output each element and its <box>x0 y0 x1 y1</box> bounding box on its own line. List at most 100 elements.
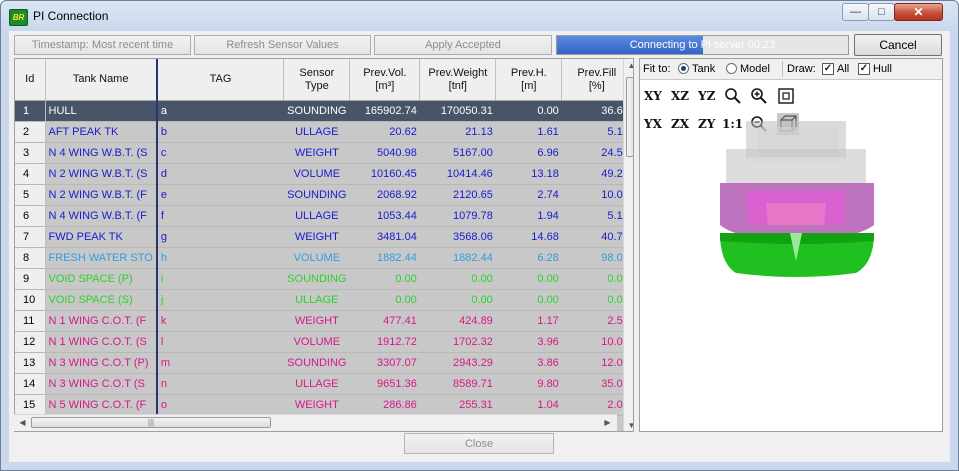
table-row[interactable]: 6N 4 WING W.B.T. (F f ULLAGE 1053.44 1079.78… <box>15 205 632 227</box>
cell-vol: 5040.98 <box>349 142 420 164</box>
draw-hull-label: Hull <box>873 63 892 75</box>
cell-tag: f <box>155 205 284 227</box>
fit-model-label: Model <box>740 63 770 75</box>
horizontal-scrollbar[interactable]: ◀ ||| ▶ <box>14 414 617 431</box>
table-row[interactable]: 11 N 1 WING C.O.T. (F k WEIGHT 477.41 424.89 1… <box>15 310 632 332</box>
table-row[interactable]: 14 N 3 WING C.O.T (S n ULLAGE 9651.36 8589.71… <box>15 373 632 395</box>
apply-accepted-button[interactable]: Apply Accepted <box>374 35 552 55</box>
cell-sensor: SOUNDING <box>283 268 350 290</box>
window-close-button[interactable]: ✕ <box>894 3 943 21</box>
fit-extents-icon[interactable] <box>777 87 795 105</box>
cell-sensor: VOLUME <box>283 331 350 353</box>
refresh-sensor-values-button[interactable]: Refresh Sensor Values <box>194 35 371 55</box>
column-header-id[interactable]: Id <box>15 59 46 101</box>
view-xz-button[interactable]: XZ <box>671 89 689 103</box>
tank-table: Id Tank Name TAG Sensor Type Prev.Vol. [m³] P… <box>15 59 633 416</box>
cell-tank: N 4 WING W.B.T. (F <box>45 205 157 227</box>
cell-weight: 3568.06 <box>419 226 496 248</box>
table-row[interactable]: 3N 4 WING W.B.T. (S c WEIGHT 5040.98 5167.00… <box>15 142 632 164</box>
cell-height: 2.74 <box>495 184 562 206</box>
table-row[interactable]: 7 FWD PEAK TK g WEIGHT 3481.04 3568.06 14.68 40… <box>15 226 632 248</box>
cell-sensor: WEIGHT <box>283 310 350 332</box>
scroll-right-icon[interactable]: ▶ <box>600 418 615 427</box>
cell-tag: k <box>155 310 284 332</box>
minimize-button[interactable]: — <box>842 3 869 21</box>
cell-weight: 8589.71 <box>419 373 496 395</box>
cell-weight: 170050.31 <box>419 100 496 122</box>
cell-height: 9.80 <box>495 373 562 395</box>
cell-weight: 424.89 <box>419 310 496 332</box>
cell-tank: N 5 WING C.O.T. (F <box>45 394 157 416</box>
cell-id: 11 <box>15 310 46 332</box>
cancel-button[interactable]: Cancel <box>854 34 942 56</box>
table-row[interactable]: 2 AFT PEAK TK b ULLAGE 20.62 21.13 1.61 5.12 <box>15 121 632 143</box>
scroll-up-icon[interactable]: ▲ <box>624 61 633 70</box>
ship-3d-model <box>720 121 874 277</box>
scroll-down-icon[interactable]: ▼ <box>624 421 633 430</box>
table-row[interactable]: 1 HULL a SOUNDING 165902.74 170050.31 0.00 36.6… <box>15 100 632 122</box>
cell-sensor: ULLAGE <box>283 373 350 395</box>
fit-to-label: Fit to: <box>643 63 671 75</box>
column-header-tank[interactable]: Tank Name <box>45 59 158 101</box>
zoom-icon[interactable] <box>724 87 742 105</box>
cell-height: 1.17 <box>495 310 562 332</box>
cell-fill: 35.05 <box>561 373 632 395</box>
cell-id: 14 <box>15 373 46 395</box>
table-row[interactable]: 8 FRESH WATER STO h VOLUME 1882.44 1882.44 6.2… <box>15 247 632 269</box>
view-zx-button[interactable]: ZX <box>671 117 689 131</box>
cell-height: 1.61 <box>495 121 562 143</box>
column-header-fill[interactable]: Prev.Fill [%] <box>561 59 633 101</box>
table-row[interactable]: 10 VOID SPACE (S) j ULLAGE 0.00 0.00 0.00 0.00 <box>15 289 632 311</box>
table-row[interactable]: 5N 2 WING W.B.T. (F e SOUNDING 2068.92 2120.… <box>15 184 632 206</box>
vertical-scroll-thumb[interactable] <box>626 77 633 157</box>
cell-fill: 24.52 <box>561 142 632 164</box>
fit-tank-label: Tank <box>692 63 716 75</box>
cell-id: 6 <box>15 205 46 227</box>
cell-weight: 2120.65 <box>419 184 496 206</box>
client-area: Timestamp: Most recent time Refresh Sens… <box>9 31 950 462</box>
cell-vol: 0.00 <box>349 289 420 311</box>
draw-hull-checkbox[interactable]: ✓ <box>858 63 870 75</box>
tank-3d-viewer[interactable]: Fit to: Tank Model Draw: ✓ All ✓ Hull XY… <box>639 58 943 432</box>
app-logo-text: BR <box>12 13 25 22</box>
view-xy-button[interactable]: XY <box>644 89 662 103</box>
table-row[interactable]: 4N 2 WING W.B.T. (S d VOLUME 10160.45 10414.… <box>15 163 632 185</box>
cell-tag: d <box>155 163 284 185</box>
fit-model-radio[interactable] <box>726 63 737 74</box>
column-header-vol[interactable]: Prev.Vol. [m³] <box>349 59 421 101</box>
cell-tag: a <box>155 100 284 122</box>
draw-label: Draw: <box>787 63 816 75</box>
table-row[interactable]: 9 VOID SPACE (P) i SOUNDING 0.00 0.00 0.00 0.00 <box>15 268 632 290</box>
cell-tank: N 1 WING C.O.T. (F <box>45 310 157 332</box>
table-row[interactable]: 12 N 1 WING C.O.T. (S l VOLUME 1912.72 1702.3… <box>15 331 632 353</box>
cell-height: 6.28 <box>495 247 562 269</box>
table-row[interactable]: 13 N 3 WING C.O.T (P) m SOUNDING 3307.07 2943… <box>15 352 632 374</box>
draw-all-checkbox[interactable]: ✓ <box>822 63 834 75</box>
horizontal-scroll-thumb[interactable]: ||| <box>31 417 271 428</box>
cell-tank: N 1 WING C.O.T. (S <box>45 331 157 353</box>
close-button[interactable]: Close <box>404 433 554 454</box>
maximize-button[interactable]: □ <box>868 3 895 21</box>
cell-tag: j <box>155 289 284 311</box>
zoom-in-icon[interactable] <box>750 87 768 105</box>
column-header-weight[interactable]: Prev.Weight [tnf] <box>419 59 497 101</box>
timestamp-button[interactable]: Timestamp: Most recent time <box>14 35 191 55</box>
cell-tank: N 3 WING C.O.T (P) <box>45 352 157 374</box>
view-yx-button[interactable]: YX <box>644 117 662 131</box>
column-header-sensor[interactable]: Sensor Type <box>283 59 351 101</box>
column-header-tag[interactable]: TAG <box>155 59 285 101</box>
cell-fill: 10.02 <box>561 184 632 206</box>
cell-id: 9 <box>15 268 46 290</box>
cell-tag: c <box>155 142 284 164</box>
title-bar[interactable]: BR PI Connection — □ ✕ <box>1 1 958 31</box>
cell-weight: 10414.46 <box>419 163 496 185</box>
cell-vol: 477.41 <box>349 310 420 332</box>
fit-tank-radio[interactable] <box>678 63 689 74</box>
vertical-scrollbar[interactable]: ▲ ▼ <box>623 59 633 431</box>
table-header: Id Tank Name TAG Sensor Type Prev.Vol. [m³] P… <box>15 59 633 101</box>
column-header-height[interactable]: Prev.H. [m] <box>495 59 563 101</box>
scroll-left-icon[interactable]: ◀ <box>15 418 30 427</box>
progress-text: Connecting to PI server 00:23 <box>629 39 776 51</box>
table-row[interactable]: 15 N 5 WING C.O.T. (F o WEIGHT 286.86 255.31 1… <box>15 394 632 416</box>
view-yz-button[interactable]: YZ <box>698 89 715 103</box>
